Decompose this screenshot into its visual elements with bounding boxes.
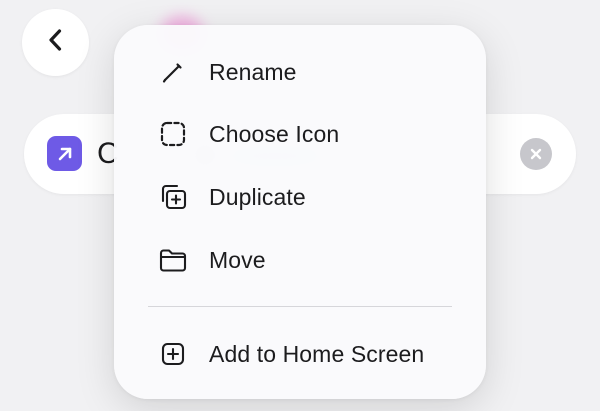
back-button[interactable] [22,9,89,76]
shortcut-editor-screen: C Rename Choose Icon Duplicate Move Add … [0,0,600,411]
shortcut-icon[interactable] [47,136,82,171]
clear-text-button[interactable] [520,138,552,170]
xmark-icon [529,147,543,161]
menu-item-label: Move [209,246,266,273]
menu-item-add-to-home-screen[interactable]: Add to Home Screen [114,323,486,385]
arrow-up-right-icon [54,143,76,165]
chevron-left-icon [42,26,70,59]
menu-item-label: Duplicate [209,183,306,210]
menu-item-rename[interactable]: Rename [114,41,486,103]
menu-item-label: Choose Icon [209,120,340,147]
duplicate-icon [156,180,190,214]
menu-item-choose-icon[interactable]: Choose Icon [114,103,486,165]
menu-item-label: Add to Home Screen [209,340,425,367]
plus-square-icon [156,337,190,371]
folder-icon [156,243,190,277]
menu-divider [148,306,452,307]
dashed-square-icon [156,117,190,151]
menu-item-duplicate[interactable]: Duplicate [114,166,486,228]
context-menu: Rename Choose Icon Duplicate Move Add to… [114,25,486,399]
menu-item-move[interactable]: Move [114,229,486,291]
menu-item-label: Rename [209,58,297,85]
pencil-icon [156,55,190,89]
